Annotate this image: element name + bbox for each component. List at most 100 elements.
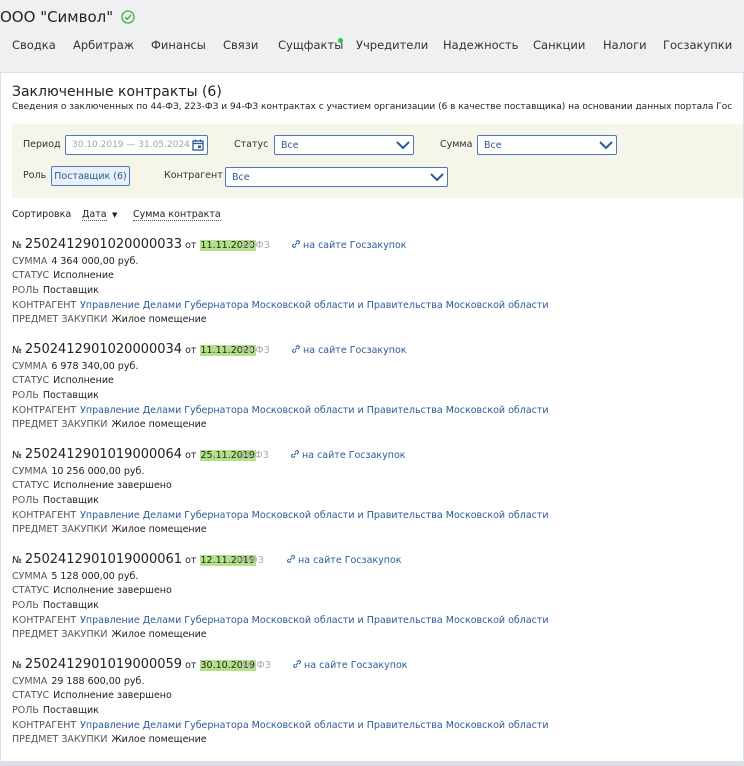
nav-item-svodka[interactable]: Сводка bbox=[12, 38, 56, 52]
subject-value: Жилое помещение bbox=[111, 419, 207, 430]
nav-item-nalogi[interactable]: Налоги bbox=[603, 38, 647, 52]
counterparty-label: Контрагент bbox=[164, 170, 223, 181]
contract-header: № 2502412901019000059 от 30.10.2019 bbox=[12, 657, 256, 672]
sum-row: СУММА 4 364 000,00 руб. bbox=[12, 256, 138, 267]
subject-key: ПРЕДМЕТ ЗАКУПКИ bbox=[12, 314, 108, 325]
contract-law: 44-ФЗ bbox=[240, 345, 270, 356]
sum-select[interactable]: Все bbox=[477, 135, 617, 155]
link-icon bbox=[291, 450, 299, 458]
subject-row: ПРЕДМЕТ ЗАКУПКИ Жилое помещение bbox=[12, 314, 207, 325]
from-label: от bbox=[185, 555, 197, 566]
link-icon bbox=[292, 345, 300, 353]
subject-key: ПРЕДМЕТ ЗАКУПКИ bbox=[12, 524, 108, 535]
goszakupki-link[interactable]: на сайте Госзакупок bbox=[291, 450, 406, 461]
goszakupki-link[interactable]: на сайте Госзакупок bbox=[287, 555, 402, 566]
role-value: Поставщик bbox=[42, 285, 99, 296]
chevron-down-icon bbox=[430, 173, 444, 182]
status-select[interactable]: Все bbox=[274, 135, 414, 155]
status-value: Исполнение bbox=[53, 375, 114, 386]
contract-law: 44-ФЗ bbox=[241, 660, 271, 671]
contract-header: № 2502412901019000061 от 12.11.2019 bbox=[12, 552, 256, 567]
counterparty-link[interactable]: Управление Делами Губернатора Московской… bbox=[80, 720, 548, 731]
main-nav: Сводка Арбитраж Финансы Связи Сущфакты У… bbox=[0, 38, 744, 58]
goszakupki-link[interactable]: на сайте Госзакупок bbox=[293, 660, 408, 671]
sum-value: Все bbox=[484, 140, 502, 151]
goszakupki-link-label: на сайте Госзакупок bbox=[303, 345, 407, 356]
new-indicator-dot bbox=[338, 38, 343, 43]
goszakupki-link-label: на сайте Госзакупок bbox=[302, 450, 406, 461]
role-row: РОЛЬ Поставщик bbox=[12, 285, 99, 296]
counterparty-link[interactable]: Управление Делами Губернатора Московской… bbox=[80, 405, 548, 416]
number-sign: № bbox=[12, 345, 22, 356]
nav-item-sushfakty[interactable]: Сущфакты bbox=[278, 38, 343, 52]
counterparty-key: КОНТРАГЕНТ bbox=[12, 405, 77, 416]
contract-law: 44-ФЗ bbox=[239, 450, 269, 461]
sort-arrow-icon: ▼ bbox=[112, 211, 118, 219]
calendar-icon[interactable] bbox=[192, 139, 204, 151]
counterparty-key: КОНТРАГЕНТ bbox=[12, 510, 77, 521]
contract-number[interactable]: 2502412901020000034 bbox=[25, 342, 182, 357]
contract-number[interactable]: 2502412901019000059 bbox=[25, 657, 182, 672]
subject-row: ПРЕДМЕТ ЗАКУПКИ Жилое помещение bbox=[12, 524, 207, 535]
nav-item-uchrediteli[interactable]: Учредители bbox=[356, 38, 428, 52]
number-sign: № bbox=[12, 240, 22, 251]
filters-panel: Период 30.10.2019 — 31.05.2024 Статус Вс… bbox=[12, 124, 743, 198]
nav-item-sankcii[interactable]: Санкции bbox=[533, 38, 585, 52]
sort-bar: Сортировка Дата ▼ Сумма контракта bbox=[12, 209, 221, 221]
period-value: 30.10.2019 — 31.05.2024 bbox=[72, 140, 190, 150]
role-value: Поставщик bbox=[42, 600, 99, 611]
counterparty-select[interactable]: Все bbox=[225, 167, 448, 187]
nav-item-goszakupki[interactable]: Госзакупки bbox=[663, 38, 732, 52]
contract-number[interactable]: 2502412901019000061 bbox=[25, 552, 182, 567]
counterparty-link[interactable]: Управление Делами Губернатора Московской… bbox=[80, 615, 548, 626]
subject-row: ПРЕДМЕТ ЗАКУПКИ Жилое помещение bbox=[12, 419, 207, 430]
sort-by-date[interactable]: Дата bbox=[82, 209, 107, 221]
counterparty-row: КОНТРАГЕНТ Управление Делами Губернатора … bbox=[12, 615, 549, 626]
contract-header: № 2502412901020000034 от 11.11.2020 bbox=[12, 342, 256, 357]
period-input[interactable]: 30.10.2019 — 31.05.2024 bbox=[65, 135, 208, 155]
nav-item-arbitrazh[interactable]: Арбитраж bbox=[73, 38, 134, 52]
counterparty-link[interactable]: Управление Делами Губернатора Московской… bbox=[80, 510, 548, 521]
nav-item-svyazi[interactable]: Связи bbox=[223, 38, 258, 52]
from-label: от bbox=[185, 450, 197, 461]
sort-by-sum[interactable]: Сумма контракта bbox=[133, 209, 221, 221]
counterparty-link[interactable]: Управление Делами Губернатора Московской… bbox=[80, 300, 548, 311]
role-filter-button[interactable]: Поставщик (6) bbox=[51, 166, 130, 186]
contract-item: № 2502412901020000033 от 11.11.2020 44-Ф… bbox=[12, 237, 732, 337]
status-label: Статус bbox=[234, 139, 269, 150]
sum-key: СУММА bbox=[12, 676, 48, 687]
sum-value: 5 128 000,00 руб. bbox=[51, 571, 139, 582]
nav-item-nadezhnost[interactable]: Надежность bbox=[443, 38, 518, 52]
sum-value: 10 256 000,00 руб. bbox=[51, 466, 145, 477]
contract-number[interactable]: 2502412901020000033 bbox=[25, 237, 182, 252]
contract-header: № 2502412901019000064 от 25.11.2019 bbox=[12, 447, 256, 462]
subject-key: ПРЕДМЕТ ЗАКУПКИ bbox=[12, 629, 108, 640]
goszakupki-link[interactable]: на сайте Госзакупок bbox=[292, 240, 407, 251]
sum-row: СУММА 10 256 000,00 руб. bbox=[12, 466, 144, 477]
contracts-panel: Заключенные контракты (6) Сведения о зак… bbox=[0, 72, 744, 762]
nav-item-finansy[interactable]: Финансы bbox=[151, 38, 206, 52]
role-key: РОЛЬ bbox=[12, 600, 39, 611]
bottom-scroll-bar bbox=[0, 762, 744, 766]
contract-number[interactable]: 2502412901019000064 bbox=[25, 447, 182, 462]
sum-row: СУММА 5 128 000,00 руб. bbox=[12, 571, 138, 582]
counterparty-key: КОНТРАГЕНТ bbox=[12, 615, 77, 626]
counterparty-row: КОНТРАГЕНТ Управление Делами Губернатора … bbox=[12, 405, 549, 416]
sum-value: 4 364 000,00 руб. bbox=[51, 256, 139, 267]
counterparty-row: КОНТРАГЕНТ Управление Делами Губернатора … bbox=[12, 510, 549, 521]
role-row: РОЛЬ Поставщик bbox=[12, 495, 99, 506]
counterparty-row: КОНТРАГЕНТ Управление Делами Губернатора … bbox=[12, 720, 549, 731]
counterparty-value: Все bbox=[232, 172, 250, 183]
status-value: Исполнение завершено bbox=[53, 480, 172, 491]
header: ООО "Символ" Сводка Арбитраж Финансы Свя… bbox=[0, 0, 744, 68]
link-icon bbox=[292, 240, 300, 248]
from-label: от bbox=[185, 660, 197, 671]
subject-value: Жилое помещение bbox=[111, 524, 207, 535]
role-key: РОЛЬ bbox=[12, 495, 39, 506]
goszakupki-link[interactable]: на сайте Госзакупок bbox=[292, 345, 407, 356]
number-sign: № bbox=[12, 450, 22, 461]
status-value: Исполнение bbox=[53, 270, 114, 281]
counterparty-key: КОНТРАГЕНТ bbox=[12, 720, 77, 731]
subject-row: ПРЕДМЕТ ЗАКУПКИ Жилое помещение bbox=[12, 629, 207, 640]
sum-key: СУММА bbox=[12, 571, 48, 582]
